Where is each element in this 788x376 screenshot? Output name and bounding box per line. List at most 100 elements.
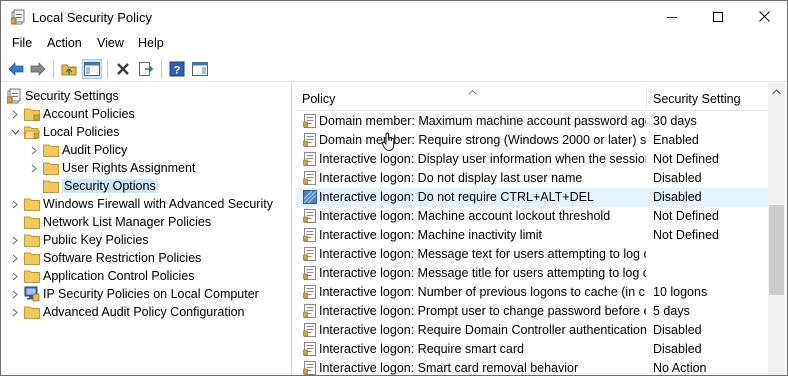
tree-item-network-list-manager[interactable]: Network List Manager Policies bbox=[24, 213, 211, 231]
menu-file[interactable]: File bbox=[8, 36, 36, 50]
security-settings-icon bbox=[6, 88, 22, 104]
tree-item-public-key-policies[interactable]: Public Key Policies bbox=[10, 231, 149, 249]
show-hide-console-tree-button[interactable] bbox=[82, 59, 102, 79]
security-setting-value: Disabled bbox=[653, 342, 702, 356]
maximize-icon bbox=[713, 11, 723, 22]
minimize-button[interactable] bbox=[649, 1, 695, 32]
export-list-button[interactable] bbox=[136, 59, 156, 79]
column-header-policy[interactable]: Policy bbox=[302, 92, 335, 106]
scroll-thumb[interactable] bbox=[769, 205, 784, 295]
show-hide-action-pane-button[interactable] bbox=[190, 59, 210, 79]
security-setting-value: 5 days bbox=[653, 304, 690, 318]
toolbar: ? bbox=[1, 56, 787, 82]
security-setting-value: Disabled bbox=[653, 171, 702, 185]
policy-name: Interactive logon: Message title for use… bbox=[319, 266, 646, 280]
folder-icon bbox=[43, 160, 59, 176]
help-book-icon: ? bbox=[169, 61, 185, 77]
tree-item-label: Audit Policy bbox=[62, 143, 128, 157]
tree-item-advanced-audit[interactable]: Advanced Audit Policy Configuration bbox=[10, 303, 245, 321]
chevron-right-icon[interactable] bbox=[29, 163, 39, 173]
table-row[interactable]: Interactive logon: Smart card removal be… bbox=[296, 359, 768, 375]
maximize-button[interactable] bbox=[695, 1, 741, 32]
tree-item-application-control[interactable]: Application Control Policies bbox=[10, 267, 194, 285]
chevron-right-icon[interactable] bbox=[10, 253, 20, 263]
table-row[interactable]: Interactive logon: Message title for use… bbox=[296, 264, 768, 283]
table-row[interactable]: Interactive logon: Display user informat… bbox=[296, 150, 768, 169]
title-bar[interactable]: Local Security Policy bbox=[1, 1, 787, 32]
chevron-right-icon[interactable] bbox=[10, 235, 20, 245]
menu-view[interactable]: View bbox=[93, 36, 128, 50]
chevron-right-icon[interactable] bbox=[29, 145, 39, 155]
table-row[interactable]: Interactive logon: Number of previous lo… bbox=[296, 283, 768, 302]
folder-up-icon bbox=[61, 64, 77, 76]
menu-action[interactable]: Action bbox=[43, 36, 86, 50]
table-row[interactable]: Interactive logon: Require Domain Contro… bbox=[296, 321, 768, 340]
tree-item-local-policies[interactable]: Local Policies bbox=[10, 123, 119, 141]
table-row[interactable]: Interactive logon: Message text for user… bbox=[296, 245, 768, 264]
tree-item-label: Security Options bbox=[62, 179, 158, 193]
tree-item-label: Network List Manager Policies bbox=[43, 215, 212, 229]
chevron-right-icon[interactable] bbox=[10, 307, 20, 317]
policy-setting-icon bbox=[303, 266, 316, 280]
tree-item-label: Local Policies bbox=[43, 125, 120, 139]
policy-setting-icon bbox=[303, 361, 316, 375]
folder-icon bbox=[24, 106, 40, 122]
delete-x-icon bbox=[117, 63, 129, 75]
toolbar-separator bbox=[161, 60, 162, 78]
tree-item-software-restriction[interactable]: Software Restriction Policies bbox=[10, 249, 201, 267]
table-row[interactable]: Interactive logon: Prompt user to change… bbox=[296, 302, 768, 321]
policy-name: Domain member: Require strong (Windows 2… bbox=[319, 133, 646, 147]
forward-button[interactable] bbox=[28, 59, 48, 79]
policy-name: Domain member: Maximum machine account p… bbox=[319, 114, 646, 128]
chevron-up-icon bbox=[772, 88, 781, 94]
folder-icon bbox=[24, 304, 40, 320]
table-row[interactable]: Interactive logon: Require smart card Dis… bbox=[296, 340, 768, 359]
tree-item-windows-firewall[interactable]: Windows Firewall with Advanced Security bbox=[10, 195, 273, 213]
folder-icon bbox=[24, 250, 40, 266]
tree-item-account-policies[interactable]: Account Policies bbox=[10, 105, 135, 123]
table-row[interactable]: Domain member: Require strong (Windows 2… bbox=[296, 131, 768, 150]
table-row[interactable]: Interactive logon: Machine inactivity li… bbox=[296, 226, 768, 245]
security-setting-value: Not Defined bbox=[653, 152, 720, 166]
chevron-right-icon[interactable] bbox=[10, 109, 20, 119]
folder-open-icon bbox=[24, 124, 40, 140]
close-icon bbox=[758, 11, 770, 22]
back-button[interactable] bbox=[6, 59, 26, 79]
column-divider[interactable] bbox=[646, 87, 647, 109]
minimize-icon bbox=[667, 16, 677, 18]
tree-item-label: IP Security Policies on Local Computer bbox=[43, 287, 259, 301]
ip-security-icon bbox=[24, 286, 40, 302]
chevron-down-icon[interactable] bbox=[10, 127, 20, 137]
tree-item-security-options[interactable]: Security Options bbox=[43, 177, 158, 195]
console-tree-icon bbox=[84, 62, 100, 76]
scroll-up-button[interactable] bbox=[768, 83, 785, 100]
tree-item-security-settings[interactable]: Security Settings bbox=[6, 87, 119, 105]
table-row[interactable]: Interactive logon: Do not require CTRL+A… bbox=[296, 188, 768, 207]
close-button[interactable] bbox=[741, 1, 787, 32]
tree-item-user-rights-assignment[interactable]: User Rights Assignment bbox=[29, 159, 195, 177]
table-row[interactable]: Domain member: Maximum machine account p… bbox=[296, 112, 768, 131]
menu-bar: File Action View Help bbox=[1, 34, 787, 54]
policy-setting-icon bbox=[303, 323, 316, 337]
policy-name: Interactive logon: Prompt user to change… bbox=[319, 304, 646, 318]
delete-button[interactable] bbox=[113, 59, 133, 79]
column-header-security-setting[interactable]: Security Setting bbox=[653, 92, 741, 106]
chevron-right-icon[interactable] bbox=[10, 289, 20, 299]
tree-item-label: Public Key Policies bbox=[43, 233, 149, 247]
sort-ascending-icon bbox=[468, 84, 477, 98]
table-row[interactable]: Interactive logon: Machine account locko… bbox=[296, 207, 768, 226]
window: Local Security Policy File Action View H… bbox=[0, 0, 788, 376]
folder-icon bbox=[24, 232, 40, 248]
table-row[interactable]: Interactive logon: Do not display last u… bbox=[296, 169, 768, 188]
tree-item-ip-security-policies[interactable]: IP Security Policies on Local Computer bbox=[10, 285, 259, 303]
menu-help[interactable]: Help bbox=[134, 36, 168, 50]
policy-setting-icon bbox=[303, 133, 316, 147]
policy-name: Interactive logon: Display user informat… bbox=[319, 152, 646, 166]
help-button[interactable]: ? bbox=[167, 59, 187, 79]
chevron-right-icon[interactable] bbox=[10, 199, 20, 209]
policy-name: Interactive logon: Do not require CTRL+A… bbox=[319, 190, 594, 204]
vertical-scrollbar[interactable] bbox=[768, 83, 785, 375]
tree-item-audit-policy[interactable]: Audit Policy bbox=[29, 141, 127, 159]
up-one-level-button[interactable] bbox=[59, 59, 79, 79]
chevron-right-icon[interactable] bbox=[10, 271, 20, 281]
